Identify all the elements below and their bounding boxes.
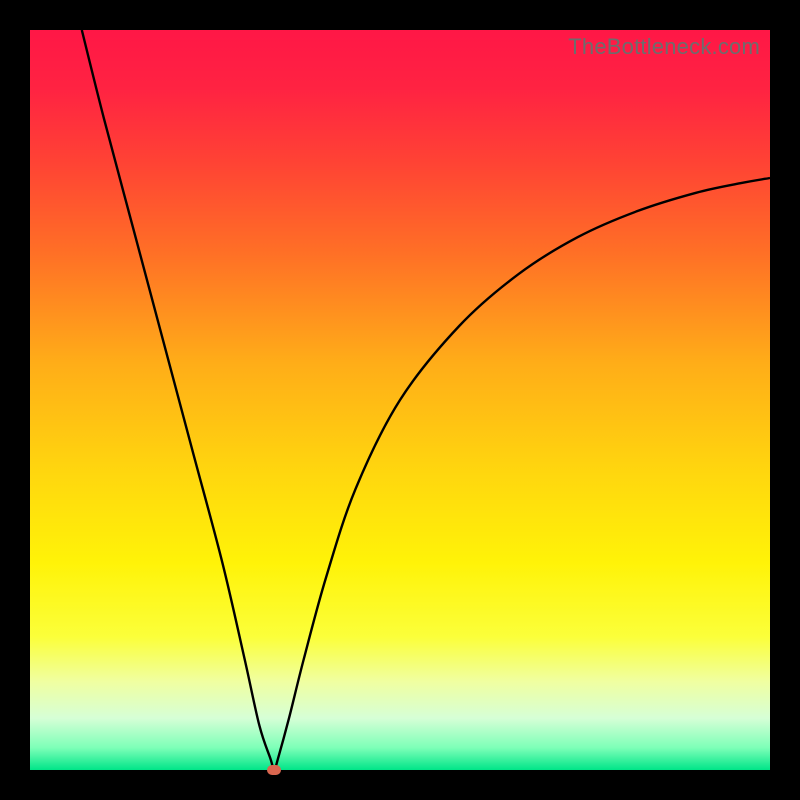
- min-marker: [267, 765, 281, 775]
- plot-area: TheBottleneck.com: [30, 30, 770, 770]
- curve-path: [82, 30, 770, 770]
- chart-frame: TheBottleneck.com: [0, 0, 800, 800]
- bottleneck-curve: [30, 30, 770, 770]
